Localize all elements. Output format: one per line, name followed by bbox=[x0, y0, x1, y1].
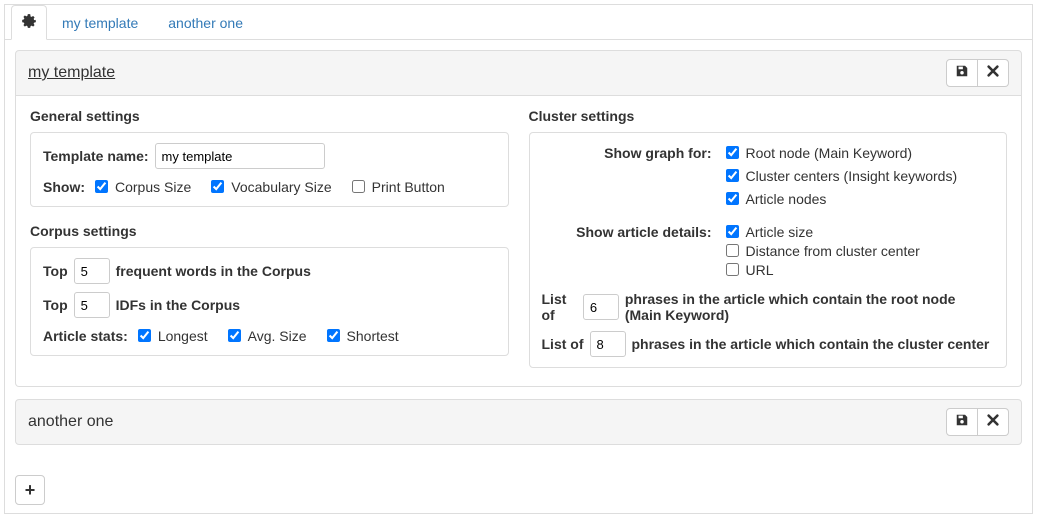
list-of-label-1: List of bbox=[542, 291, 577, 323]
template-name-input[interactable] bbox=[155, 143, 325, 169]
panel-header: my template bbox=[15, 50, 1022, 96]
article-stats-label: Article stats: bbox=[43, 328, 128, 344]
cluster-settings-well: Show graph for: Root node (Main Keyword)… bbox=[529, 132, 1008, 368]
cluster-centers-checkbox[interactable]: Cluster centers (Insight keywords) bbox=[722, 166, 995, 185]
save-icon bbox=[955, 64, 969, 83]
right-column: Cluster settings Show graph for: Root no… bbox=[529, 108, 1008, 368]
plus-icon: + bbox=[25, 480, 36, 501]
save-button[interactable] bbox=[946, 59, 978, 87]
avg-size-checkbox[interactable]: Avg. Size bbox=[224, 326, 307, 345]
print-button-checkbox[interactable]: Print Button bbox=[348, 177, 445, 196]
delete-button[interactable] bbox=[978, 59, 1009, 87]
general-heading: General settings bbox=[30, 108, 509, 124]
article-nodes-checkbox[interactable]: Article nodes bbox=[722, 189, 995, 208]
idfs-input[interactable] bbox=[74, 292, 110, 318]
template-name-label: Template name: bbox=[43, 148, 149, 164]
general-settings-well: Template name: Show: Corpus Size Vocabul… bbox=[30, 132, 509, 207]
show-label: Show: bbox=[43, 179, 85, 195]
tab-bar: my template another one bbox=[5, 5, 1032, 40]
settings-page: my template another one my template bbox=[4, 4, 1033, 514]
root-node-checkbox[interactable]: Root node (Main Keyword) bbox=[722, 143, 995, 162]
cluster-heading: Cluster settings bbox=[529, 108, 1008, 124]
template-panel-2: another one bbox=[15, 399, 1022, 445]
frequent-words-suffix: frequent words in the Corpus bbox=[116, 263, 311, 279]
corpus-heading: Corpus settings bbox=[30, 223, 509, 239]
top-label-2: Top bbox=[43, 297, 68, 313]
center-phrases-suffix: phrases in the article which contain the… bbox=[632, 336, 990, 352]
root-phrases-suffix: phrases in the article which contain the… bbox=[625, 291, 994, 323]
tab-my-template[interactable]: my template bbox=[47, 5, 153, 40]
article-size-checkbox[interactable]: Article size bbox=[722, 222, 814, 241]
left-column: General settings Template name: Show: Co… bbox=[30, 108, 509, 368]
longest-checkbox[interactable]: Longest bbox=[134, 326, 208, 345]
center-phrases-input[interactable] bbox=[590, 331, 626, 357]
gear-icon bbox=[22, 14, 36, 31]
save-icon bbox=[955, 413, 969, 432]
top-label-1: Top bbox=[43, 263, 68, 279]
panel-body: General settings Template name: Show: Co… bbox=[15, 96, 1022, 387]
close-icon bbox=[986, 413, 1000, 432]
idfs-suffix: IDFs in the Corpus bbox=[116, 297, 240, 313]
corpus-size-checkbox[interactable]: Corpus Size bbox=[91, 177, 191, 196]
root-phrases-input[interactable] bbox=[583, 294, 619, 320]
save-button-2[interactable] bbox=[946, 408, 978, 436]
panel-title[interactable]: my template bbox=[28, 64, 115, 82]
show-details-label: Show article details: bbox=[542, 222, 722, 240]
tab-another-one[interactable]: another one bbox=[153, 5, 258, 40]
add-template-button[interactable]: + bbox=[15, 475, 45, 505]
template-panel-1: my template General settings bbox=[15, 50, 1022, 387]
shortest-checkbox[interactable]: Shortest bbox=[323, 326, 399, 345]
frequent-words-input[interactable] bbox=[74, 258, 110, 284]
panel-actions bbox=[946, 59, 1009, 87]
panel-header-2: another one bbox=[15, 399, 1022, 445]
distance-checkbox[interactable]: Distance from cluster center bbox=[722, 241, 920, 260]
show-graph-label: Show graph for: bbox=[542, 143, 722, 161]
vocab-size-checkbox[interactable]: Vocabulary Size bbox=[207, 177, 331, 196]
panel-actions-2 bbox=[946, 408, 1009, 436]
tab-settings[interactable] bbox=[11, 5, 47, 40]
close-icon bbox=[986, 64, 1000, 83]
list-of-label-2: List of bbox=[542, 336, 584, 352]
panel-title-2[interactable]: another one bbox=[28, 413, 113, 431]
delete-button-2[interactable] bbox=[978, 408, 1009, 436]
url-checkbox[interactable]: URL bbox=[722, 260, 774, 279]
corpus-settings-well: Top frequent words in the Corpus Top IDF… bbox=[30, 247, 509, 356]
